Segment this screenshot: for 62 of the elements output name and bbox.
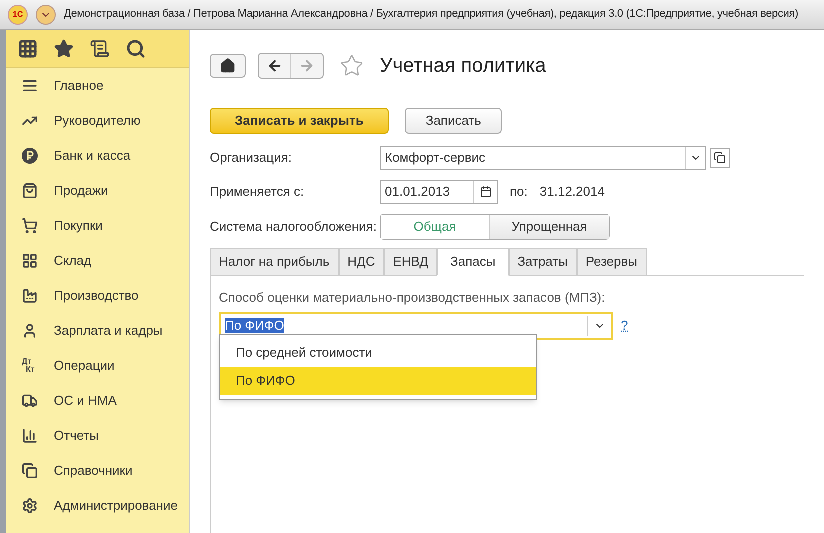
app-logo: 1С [8,4,28,24]
window-title: Демонстрационная база / Петрова Марианна Александровна / Бухгалтерия предприятия (учебная), редакция 3.0 (1С:Предприятие, учебная версия) [64,7,798,22]
sidebar-item[interactable]: Покупки [6,208,189,243]
grid-icon [22,252,38,268]
sidebar-item[interactable]: Производство [6,278,189,313]
sidebar-item[interactable]: Справочники [6,453,189,488]
truck-icon [22,392,38,408]
tab[interactable]: Резервы [576,248,646,276]
sidebar-item[interactable]: Банк и касса [6,138,189,173]
menu-icon [22,78,38,94]
open-icon [714,152,726,164]
field-label: Организация: [210,149,294,168]
person-icon [22,322,38,338]
factory-icon [22,288,38,304]
copy-icon [22,462,38,478]
sidebar-item[interactable]: Продажи [6,173,189,208]
home-button[interactable] [210,54,246,78]
tab[interactable]: Запасы [437,248,509,276]
shopping-bag-icon [22,182,38,198]
ruble-coin-icon [22,148,38,164]
home-icon [220,58,236,74]
search-icon[interactable] [126,38,146,58]
cart-icon [22,218,38,234]
settings-icon [22,498,38,514]
organization-field[interactable]: Комфорт-сервис [380,146,706,170]
dropdown-option[interactable]: По средней стоимости [220,339,536,367]
field-label: Система налогообложения: [210,218,378,236]
field-label: по: [510,183,528,202]
sidebar-item[interactable]: ОС и НМА [6,383,189,418]
sidebar-item[interactable]: Руководителю [6,103,189,138]
calendar-icon [480,186,492,198]
star-icon[interactable] [54,38,74,58]
save-button[interactable]: Записать [404,108,502,134]
sidebar-item[interactable]: Дт Кт Операции [6,348,189,383]
back-icon [266,58,282,74]
date-field[interactable]: 01.01.2013 [380,180,498,204]
tab[interactable]: Затраты [508,248,577,276]
field-label: Способ оценки материально-производственных запасов (МПЗ): [219,289,606,307]
dropdown-option[interactable]: По ФИФО [220,367,536,395]
tab[interactable]: ЕНВД [384,248,438,276]
date-value: 31.12.2014 [540,183,605,202]
help-link[interactable]: ? [621,316,628,336]
sidebar-item[interactable]: Главное [6,68,189,103]
debit-credit-icon: Дт Кт [22,358,38,374]
form-title: Учетная политика [380,54,546,79]
history-icon[interactable] [90,38,110,58]
sidebar-item[interactable]: Администрирование [6,488,189,523]
sidebar-item[interactable]: Отчеты [6,418,189,453]
menu-button[interactable] [36,4,56,24]
apps-grid-icon[interactable] [18,38,38,58]
favorite-star-icon[interactable] [340,54,364,78]
field-label: Применяется с: [210,183,306,202]
sidebar-item[interactable]: Зарплата и кадры [6,313,189,348]
open-button[interactable] [710,148,730,168]
forward-icon [299,58,315,74]
save-and-close-button[interactable]: Записать и закрыть [210,108,389,134]
tab[interactable]: НДС [338,248,384,276]
tab[interactable]: Налог на прибыль [210,248,339,276]
bar-chart-icon [22,428,38,444]
sidebar-item[interactable]: Склад [6,243,189,278]
tax-system-option[interactable]: Упрощенная [489,215,609,239]
selected-text: По ФИФО [225,318,284,333]
